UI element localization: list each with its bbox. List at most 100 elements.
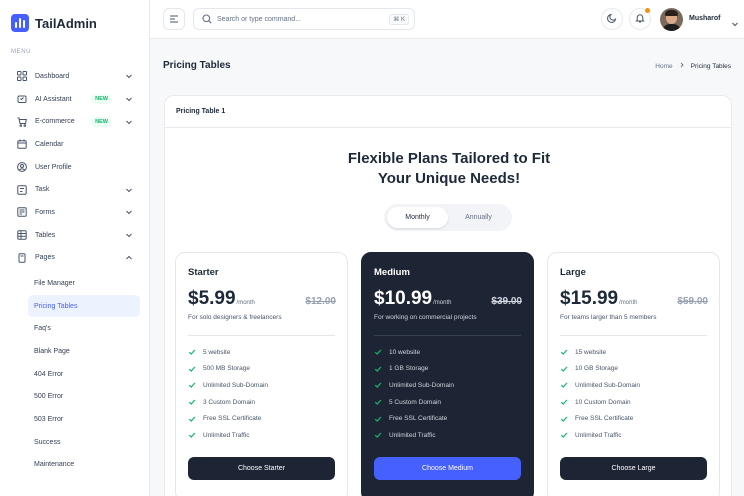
chevron-up-icon (124, 253, 134, 263)
menu-label: MENU (11, 49, 32, 55)
price-amount: $5.99 (188, 288, 236, 309)
check-icon (188, 365, 196, 373)
breadcrumb-home[interactable]: Home (655, 63, 672, 70)
price-period: /month (619, 300, 638, 306)
table-icon (17, 230, 27, 240)
plan-price: $5.99 /month (188, 288, 255, 310)
submenu-item-maintenance[interactable]: Maintenance (28, 454, 140, 477)
sidebar-item-label: Dashboard (35, 72, 70, 80)
feature-item: 10 Custom Domain (560, 394, 708, 411)
new-badge: NEW (91, 116, 112, 127)
plan-price: $10.99 /month (374, 288, 451, 310)
feature-list: 15 website 10 GB Storage Unlimited Sub-D… (560, 344, 708, 444)
check-icon (188, 415, 196, 423)
submenu-item-blank-page[interactable]: Blank Page (28, 340, 140, 363)
breadcrumb-current: Pricing Tables (690, 62, 731, 70)
check-icon (560, 381, 568, 389)
plan-name: Medium (374, 267, 410, 278)
billing-toggle: Monthly Annually (384, 204, 512, 231)
chevron-right-icon (679, 62, 685, 70)
submenu-item-success[interactable]: Success (28, 431, 140, 454)
tailadmin-logo-icon (11, 14, 29, 32)
breadcrumb: Home Pricing Tables (655, 62, 731, 70)
feature-item: 1 GB Storage (374, 361, 522, 378)
sidebar-item-calendar[interactable]: Calendar (10, 133, 140, 156)
price-period: /month (433, 300, 452, 306)
sidebar-item-ecommerce[interactable]: E-commerce NEW (10, 110, 140, 133)
chevron-down-icon[interactable] (731, 15, 739, 27)
old-price: $59.00 (677, 296, 708, 307)
sidebar-item-dashboard[interactable]: Dashboard (10, 65, 140, 88)
sidebar-item-label: Pages (35, 254, 55, 262)
check-icon (560, 398, 568, 406)
check-icon (560, 431, 568, 439)
sidebar-item-label: Calendar (35, 140, 64, 148)
user-name[interactable]: Musharof (689, 15, 721, 22)
sidebar-item-label: Task (35, 186, 50, 194)
grid-icon (17, 71, 27, 82)
sidebar-item-user-profile[interactable]: User Profile (10, 156, 140, 179)
menu-icon (169, 10, 179, 28)
sidebar-item-pages[interactable]: Pages (10, 247, 140, 270)
submenu-item-faqs[interactable]: Faq's (28, 317, 140, 340)
choose-large-button[interactable]: Choose Large (560, 457, 707, 480)
choose-medium-button[interactable]: Choose Medium (374, 457, 521, 480)
check-icon (188, 381, 196, 389)
plan-name: Large (560, 267, 586, 278)
check-icon (560, 365, 568, 373)
check-icon (374, 348, 382, 356)
new-badge: NEW (91, 94, 112, 105)
sidebar-item-forms[interactable]: Forms (10, 201, 140, 224)
feature-item: Free SSL Certificate (374, 410, 522, 427)
price-amount: $10.99 (374, 288, 433, 309)
pages-submenu: File Manager Pricing Tables Faq's Blank … (28, 272, 140, 476)
feature-item: 3 Custom Domain (188, 394, 336, 411)
page-title: Pricing Tables (163, 60, 231, 71)
brand[interactable]: TailAdmin (11, 14, 97, 32)
chevron-down-icon (124, 94, 134, 104)
sidebar-item-label: AI Assistant (35, 95, 72, 103)
top-header: Search or type command... ⌘ K Musharof (150, 0, 744, 39)
heading-line-1: Flexible Plans Tailored to Fit (347, 150, 551, 167)
submenu-item-404-error[interactable]: 404 Error (28, 363, 140, 386)
submenu-item-500-error[interactable]: 500 Error (28, 385, 140, 408)
check-icon (188, 398, 196, 406)
sidebar-item-tables[interactable]: Tables (10, 224, 140, 247)
moon-icon (607, 10, 617, 28)
feature-item: Unlimited Traffic (560, 427, 708, 444)
plan-card-large: Large $15.99 /month $59.00 For teams lar… (547, 252, 720, 496)
plan-card-starter: Starter $5.99 /month $12.00 For solo des… (175, 252, 348, 496)
dark-mode-toggle-button[interactable] (601, 8, 623, 30)
annually-option[interactable]: Annually (448, 207, 509, 228)
feature-item: 15 website (560, 344, 708, 361)
sidebar-item-task[interactable]: Task (10, 178, 140, 201)
submenu-item-pricing-tables[interactable]: Pricing Tables (28, 294, 140, 318)
check-icon (374, 365, 382, 373)
divider (560, 335, 707, 336)
sidebar-toggle-button[interactable] (163, 8, 185, 30)
sidebar-item-ai-assistant[interactable]: AI Assistant NEW (10, 88, 140, 111)
notifications-button[interactable] (629, 8, 651, 30)
task-icon (17, 185, 27, 195)
submenu-item-file-manager[interactable]: File Manager (28, 272, 140, 295)
forms-icon (17, 207, 27, 218)
feature-item: 10 GB Storage (560, 361, 708, 378)
sidebar-item-label: User Profile (35, 163, 72, 171)
calendar-icon (17, 139, 27, 150)
user-icon (17, 162, 27, 172)
pricing-panel: Pricing Table 1 Flexible Plans Tailored … (164, 95, 732, 496)
avatar[interactable] (660, 8, 683, 31)
notification-dot (645, 8, 650, 13)
feature-list: 5 website 500 MB Storage Unlimited Sub-D… (188, 344, 336, 444)
search-shortcut: ⌘ K (389, 13, 409, 25)
plan-card-medium: Medium $10.99 /month $39.00 For working … (361, 252, 534, 496)
sidebar-menu: Dashboard AI Assistant NEW E-commerce NE… (10, 65, 140, 269)
search-input[interactable]: Search or type command... ⌘ K (193, 8, 415, 30)
submenu-item-503-error[interactable]: 503 Error (28, 408, 140, 431)
monthly-option[interactable]: Monthly (387, 207, 448, 228)
heading-line-2: Your Unique Needs! (377, 170, 521, 187)
sidebar-item-label: E-commerce (35, 118, 75, 126)
sidebar: TailAdmin MENU Dashboard AI Assistant NE… (0, 0, 150, 496)
choose-starter-button[interactable]: Choose Starter (188, 457, 335, 480)
check-icon (374, 415, 382, 423)
